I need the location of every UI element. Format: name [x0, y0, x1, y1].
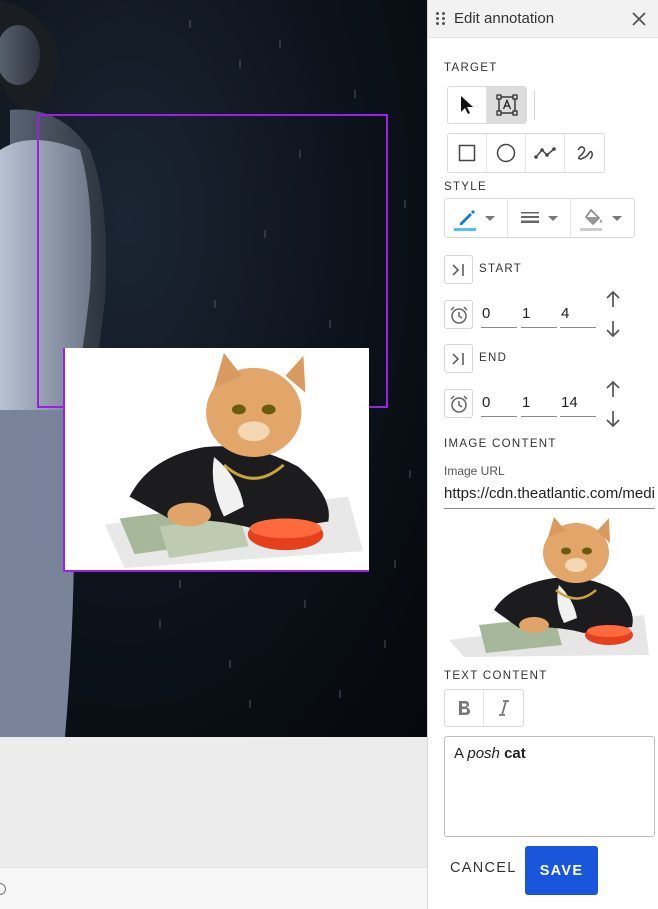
start-minutes-field[interactable]: 1 — [521, 300, 557, 328]
fill-color-swatch — [580, 228, 602, 231]
start-label: START — [479, 263, 523, 275]
image-content-label: IMAGE CONTENT — [444, 438, 557, 450]
text-plain: A — [454, 745, 468, 762]
save-button[interactable]: SAVE — [525, 846, 598, 895]
polyline-icon[interactable] — [526, 134, 565, 172]
cancel-button[interactable]: CANCEL — [450, 860, 517, 876]
line-weight-icon — [521, 212, 539, 223]
start-decrement-arrow-down-icon[interactable] — [602, 318, 624, 340]
image-url-label: Image URL — [444, 464, 505, 478]
freehand-icon[interactable] — [565, 134, 604, 172]
italic-icon[interactable] — [484, 690, 523, 726]
text-italic: posh — [467, 745, 500, 762]
style-tool-group — [444, 198, 635, 238]
text-content-editor[interactable]: A posh cat — [444, 736, 655, 837]
end-decrement-arrow-down-icon[interactable] — [602, 408, 624, 430]
target-label: TARGET — [444, 62, 498, 74]
divider — [534, 90, 535, 120]
timeline-area — [0, 737, 427, 867]
player-controls — [0, 867, 427, 909]
style-label: STYLE — [444, 181, 487, 193]
pointer-icon[interactable] — [448, 87, 487, 123]
shape-tool-group — [447, 133, 605, 173]
start-clock-icon[interactable] — [444, 300, 473, 329]
drag-handle-icon[interactable] — [436, 12, 446, 25]
edit-annotation-panel: Edit annotation TARGET STYLE START 0 1 4… — [427, 0, 658, 909]
bold-icon[interactable] — [445, 690, 484, 726]
image-annotation[interactable] — [63, 348, 369, 572]
fill-color-dropdown[interactable] — [571, 199, 634, 237]
end-clock-icon[interactable] — [444, 389, 473, 418]
stroke-color-dropdown[interactable] — [445, 199, 508, 237]
set-start-button[interactable] — [444, 255, 473, 284]
panel-header[interactable]: Edit annotation — [428, 0, 658, 38]
target-tool-group — [447, 86, 527, 124]
text-frame-icon[interactable] — [487, 87, 526, 123]
play-position-icon[interactable] — [0, 883, 6, 895]
close-icon[interactable] — [628, 8, 650, 30]
rectangle-icon[interactable] — [448, 134, 487, 172]
start-increment-arrow-up-icon[interactable] — [602, 288, 624, 310]
line-style-dropdown[interactable] — [508, 199, 571, 237]
text-format-group — [444, 689, 524, 727]
panel-title: Edit annotation — [454, 10, 555, 27]
circle-icon[interactable] — [487, 134, 526, 172]
image-url-input[interactable]: https://cdn.theatlantic.com/media — [444, 481, 655, 509]
text-bold: cat — [504, 745, 526, 762]
text-content-label: TEXT CONTENT — [444, 670, 548, 682]
set-end-button[interactable] — [444, 344, 473, 373]
end-label: END — [479, 352, 508, 364]
end-increment-arrow-up-icon[interactable] — [602, 378, 624, 400]
paint-bucket-icon — [584, 209, 602, 226]
start-hours-field[interactable]: 0 — [481, 300, 517, 328]
start-seconds-field[interactable]: 4 — [560, 300, 596, 328]
video-frame[interactable] — [0, 0, 427, 737]
end-seconds-field[interactable]: 14 — [560, 389, 596, 417]
stroke-color-swatch — [454, 228, 476, 231]
pencil-icon — [460, 210, 475, 225]
end-hours-field[interactable]: 0 — [481, 389, 517, 417]
image-preview — [444, 515, 654, 657]
end-minutes-field[interactable]: 1 — [521, 389, 557, 417]
